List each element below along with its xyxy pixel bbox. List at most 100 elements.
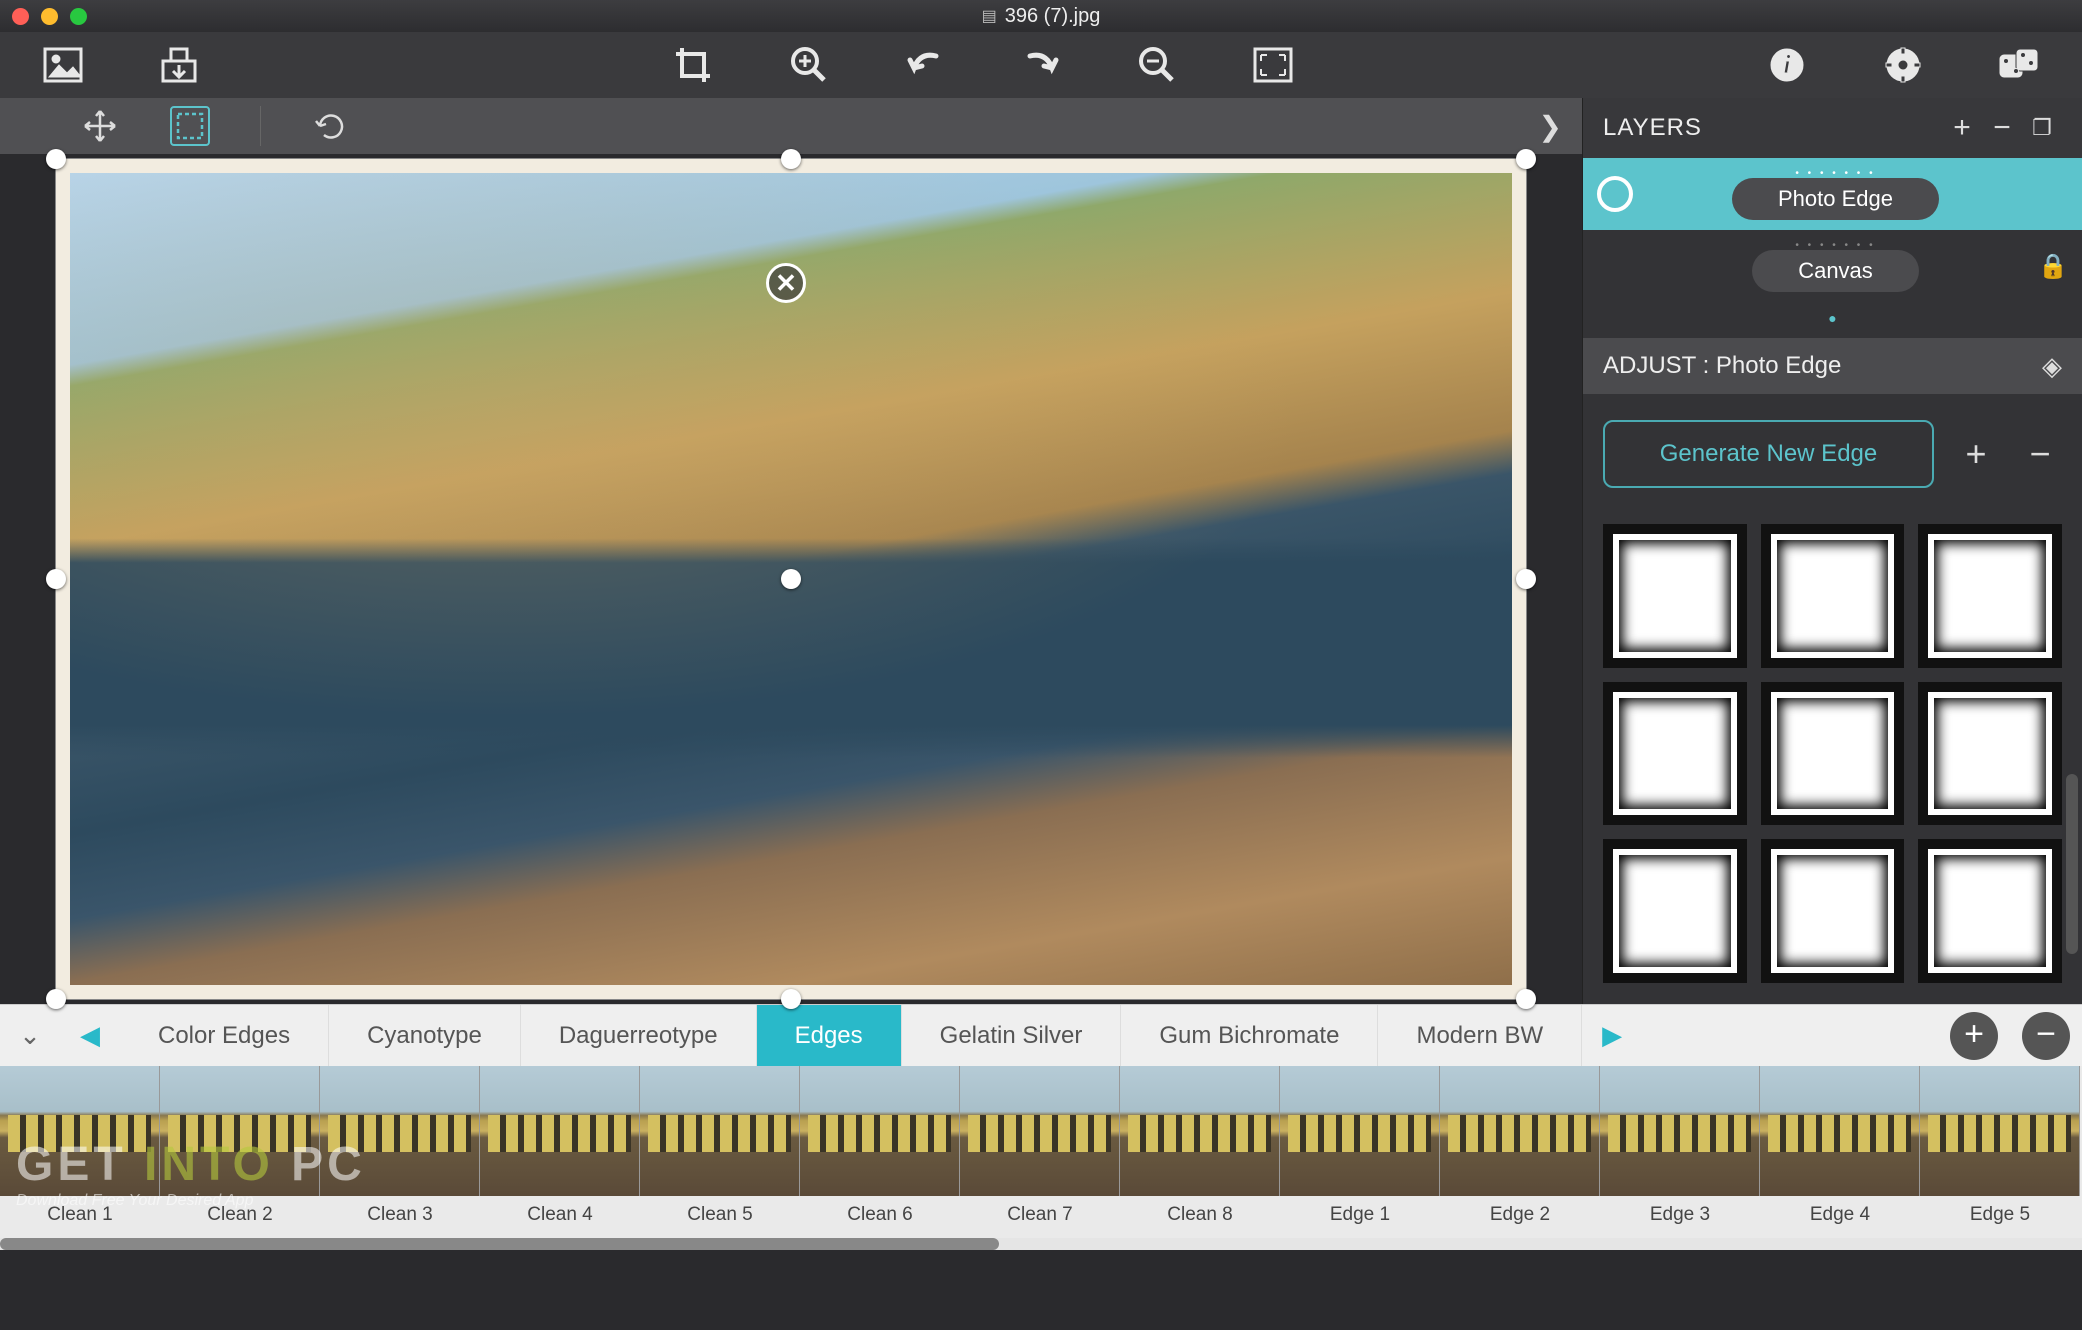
fit-screen-button[interactable] bbox=[1250, 42, 1296, 88]
redo-button[interactable] bbox=[1018, 42, 1064, 88]
preset-thumbnail[interactable]: Clean 4 bbox=[480, 1066, 640, 1238]
crop-button[interactable] bbox=[670, 42, 716, 88]
move-tool-button[interactable] bbox=[80, 106, 120, 146]
preset-thumbnail[interactable]: Edge 5 bbox=[1920, 1066, 2080, 1238]
category-next-button[interactable]: ▶ bbox=[1582, 1020, 1642, 1051]
preset-thumbnail-image bbox=[0, 1066, 160, 1196]
preset-thumbnail[interactable]: Clean 8 bbox=[1120, 1066, 1280, 1238]
preset-thumbnail[interactable]: Clean 1 bbox=[0, 1066, 160, 1238]
remove-edge-button[interactable]: ✕ bbox=[766, 263, 806, 303]
canvas-image[interactable]: ✕ bbox=[56, 159, 1526, 999]
preset-thumbnail-image bbox=[800, 1066, 960, 1196]
preset-thumbnail[interactable]: Clean 7 bbox=[960, 1066, 1120, 1238]
preset-thumbnail[interactable]: Clean 3 bbox=[320, 1066, 480, 1238]
edge-preset[interactable] bbox=[1603, 839, 1747, 983]
layer-visibility-toggle[interactable] bbox=[1597, 176, 1633, 212]
duplicate-layer-button[interactable]: ❐ bbox=[2022, 115, 2062, 141]
preset-thumbnail[interactable]: Edge 2 bbox=[1440, 1066, 1600, 1238]
edge-add-button[interactable]: + bbox=[1954, 433, 1998, 475]
horizontal-scrollbar[interactable] bbox=[0, 1238, 2082, 1250]
preset-thumbnail-strip[interactable]: Clean 1Clean 2Clean 3Clean 4Clean 5Clean… bbox=[0, 1066, 2082, 1238]
edge-preset[interactable] bbox=[1918, 524, 2062, 668]
top-toolbar: i bbox=[0, 32, 2082, 98]
category-tab-color-edges[interactable]: Color Edges bbox=[120, 1005, 329, 1066]
resize-handle-bl[interactable] bbox=[46, 989, 66, 1009]
layer-name[interactable]: Canvas bbox=[1752, 250, 1919, 292]
info-button[interactable]: i bbox=[1764, 42, 1810, 88]
preset-thumbnail-image bbox=[1600, 1066, 1760, 1196]
zoom-in-button[interactable] bbox=[786, 42, 832, 88]
preset-thumbnail[interactable]: Clean 6 bbox=[800, 1066, 960, 1238]
preset-thumbnail-image bbox=[320, 1066, 480, 1196]
randomize-button[interactable] bbox=[1996, 42, 2042, 88]
titlebar: ▤ 396 (7).jpg bbox=[0, 0, 2082, 32]
adjust-options-icon[interactable]: ◈ bbox=[2042, 351, 2062, 382]
category-tab-edges[interactable]: Edges bbox=[757, 1005, 902, 1066]
generate-edge-button[interactable]: Generate New Edge bbox=[1603, 420, 1934, 488]
preset-thumbnail-label: Clean 1 bbox=[0, 1196, 160, 1234]
resize-handle-br[interactable] bbox=[1516, 989, 1536, 1009]
resize-handle-t[interactable] bbox=[781, 149, 801, 169]
preset-thumbnail-label: Clean 5 bbox=[640, 1196, 800, 1234]
window-title: ▤ 396 (7).jpg bbox=[0, 5, 2082, 28]
edge-preset[interactable] bbox=[1603, 524, 1747, 668]
undo-button[interactable] bbox=[902, 42, 948, 88]
edge-remove-button[interactable]: − bbox=[2018, 433, 2062, 475]
edge-preset[interactable] bbox=[1603, 682, 1747, 826]
resize-handle-r[interactable] bbox=[1516, 569, 1536, 589]
category-tab-modern-bw[interactable]: Modern BW bbox=[1378, 1005, 1582, 1066]
layer-row-canvas[interactable]: • • • • • • • Canvas 🔒 bbox=[1583, 230, 2082, 302]
preset-thumbnail[interactable]: Edge 1 bbox=[1280, 1066, 1440, 1238]
zoom-thumbnails-out-button[interactable]: − bbox=[2022, 1012, 2070, 1060]
expand-panel-button[interactable]: ❯ bbox=[1539, 110, 1562, 143]
edge-preset[interactable] bbox=[1761, 839, 1905, 983]
canvas-area[interactable]: ✕ bbox=[0, 154, 1582, 1004]
drag-handle-icon[interactable]: • • • • • • • bbox=[1643, 168, 2028, 178]
resize-handle-tr[interactable] bbox=[1516, 149, 1536, 169]
scrollbar-thumb[interactable] bbox=[2066, 774, 2078, 954]
edge-preset[interactable] bbox=[1918, 682, 2062, 826]
category-tab-gum-bichromate[interactable]: Gum Bichromate bbox=[1121, 1005, 1378, 1066]
resize-handle-l[interactable] bbox=[46, 569, 66, 589]
edge-preset[interactable] bbox=[1761, 524, 1905, 668]
category-bar: ⌄ ◀ Color EdgesCyanotypeDaguerreotypeEdg… bbox=[0, 1004, 2082, 1066]
center-handle[interactable] bbox=[781, 569, 801, 589]
resize-handle-b[interactable] bbox=[781, 989, 801, 1009]
edge-preset[interactable] bbox=[1761, 682, 1905, 826]
layer-pager[interactable]: ● bbox=[1583, 302, 2082, 338]
rotate-tool-button[interactable] bbox=[311, 106, 351, 146]
open-image-button[interactable] bbox=[40, 42, 86, 88]
marquee-tool-button[interactable] bbox=[170, 106, 210, 146]
zoom-out-button[interactable] bbox=[1134, 42, 1180, 88]
settings-button[interactable] bbox=[1880, 42, 1926, 88]
preset-thumbnail[interactable]: Edge 4 bbox=[1760, 1066, 1920, 1238]
add-layer-button[interactable]: + bbox=[1942, 111, 1982, 145]
layer-lock-icon[interactable]: 🔒 bbox=[2038, 252, 2068, 281]
layer-name[interactable]: Photo Edge bbox=[1732, 178, 1939, 220]
preset-thumbnail-image bbox=[1440, 1066, 1600, 1196]
remove-layer-button[interactable]: − bbox=[1982, 111, 2022, 145]
canvas-frame[interactable]: ✕ bbox=[56, 159, 1526, 999]
preset-thumbnail[interactable]: Edge 3 bbox=[1600, 1066, 1760, 1238]
layer-row-photo-edge[interactable]: • • • • • • • Photo Edge bbox=[1583, 158, 2082, 230]
save-image-button[interactable] bbox=[156, 42, 202, 88]
category-tab-daguerreotype[interactable]: Daguerreotype bbox=[521, 1005, 757, 1066]
preset-thumbnail-label: Edge 4 bbox=[1760, 1196, 1920, 1234]
collapse-categories-button[interactable]: ⌄ bbox=[0, 1020, 60, 1051]
preset-thumbnail[interactable]: Clean 5 bbox=[640, 1066, 800, 1238]
adjust-panel: Generate New Edge + − bbox=[1583, 394, 2082, 514]
resize-handle-tl[interactable] bbox=[46, 149, 66, 169]
scrollbar-thumb[interactable] bbox=[0, 1238, 999, 1250]
adjust-header: ADJUST : Photo Edge ◈ bbox=[1583, 338, 2082, 394]
preset-thumbnail-label: Clean 8 bbox=[1120, 1196, 1280, 1234]
preset-thumbnail[interactable]: Clean 2 bbox=[160, 1066, 320, 1238]
category-prev-button[interactable]: ◀ bbox=[60, 1020, 120, 1051]
drag-handle-icon[interactable]: • • • • • • • bbox=[1643, 240, 2028, 250]
category-tab-cyanotype[interactable]: Cyanotype bbox=[329, 1005, 521, 1066]
zoom-thumbnails-in-button[interactable]: + bbox=[1950, 1012, 1998, 1060]
category-tab-gelatin-silver[interactable]: Gelatin Silver bbox=[902, 1005, 1122, 1066]
preset-thumbnail-label: Clean 4 bbox=[480, 1196, 640, 1234]
preset-thumbnail-image bbox=[1920, 1066, 2080, 1196]
adjust-title: ADJUST : Photo Edge bbox=[1603, 352, 1841, 380]
edge-preset[interactable] bbox=[1918, 839, 2062, 983]
